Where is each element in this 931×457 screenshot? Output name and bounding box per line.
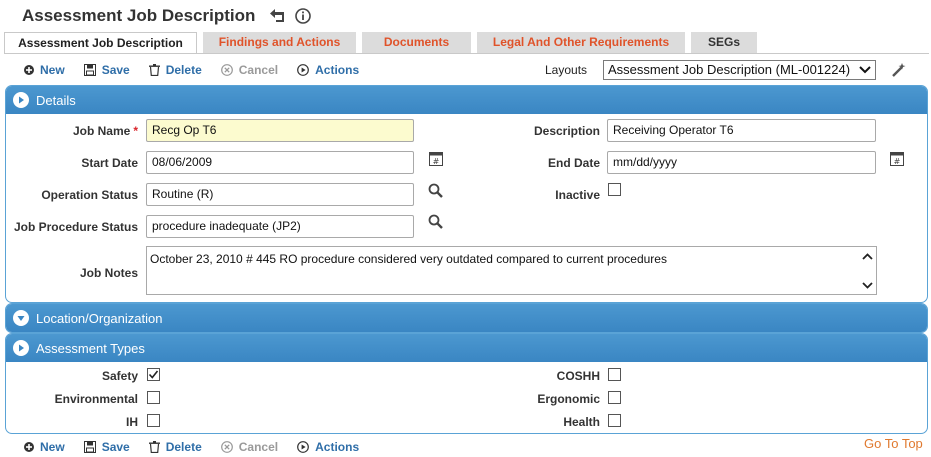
delete-button[interactable]: Delete [148, 63, 202, 77]
safety-checkbox[interactable] [147, 368, 160, 381]
environmental-label: Environmental [54, 392, 138, 406]
job-procedure-status-input[interactable]: procedure inadequate (JP2) [146, 215, 414, 238]
actions-button[interactable]: Actions [297, 440, 359, 454]
trash-icon [148, 441, 160, 453]
details-title: Details [36, 92, 76, 108]
job-name-input[interactable]: Recg Op T6 [146, 119, 414, 142]
tab-divider [4, 53, 929, 54]
plus-icon [24, 65, 34, 75]
save-label: Save [101, 63, 130, 77]
delete-button[interactable]: Delete [148, 440, 202, 454]
tab-documents[interactable]: Documents [362, 32, 471, 53]
info-icon[interactable] [295, 8, 312, 24]
calendar-icon[interactable]: # [890, 151, 904, 166]
go-to-top-link[interactable]: Go To Top [864, 436, 923, 451]
actions-label: Actions [315, 63, 360, 77]
ergonomic-checkbox[interactable] [608, 391, 621, 404]
ih-label: IH [126, 415, 138, 429]
page-title: Assessment Job Description [22, 6, 256, 25]
description-input[interactable]: Receiving Operator T6 [607, 119, 876, 142]
expand-right-icon [13, 340, 29, 356]
operation-status-input[interactable]: Routine (R) [146, 183, 414, 206]
svg-text:#: # [894, 157, 901, 166]
scroll-up-icon[interactable] [862, 249, 873, 263]
cancel-icon [220, 441, 233, 453]
layout-wand-icon[interactable] [890, 61, 908, 82]
tab-bar: Assessment Job Description Findings and … [4, 32, 763, 54]
assessment-types-title: Assessment Types [36, 340, 145, 356]
tab-findings-and-actions[interactable]: Findings and Actions [203, 32, 356, 53]
tab-legal-requirements[interactable]: Legal And Other Requirements [477, 32, 685, 53]
new-button[interactable]: New [24, 63, 65, 77]
layouts-selected-value: Assessment Job Description (ML-001224) [608, 62, 851, 77]
location-header[interactable]: Location/Organization [6, 304, 927, 332]
description-label: Description [533, 124, 600, 138]
new-label: New [40, 63, 65, 77]
new-label: New [40, 440, 65, 454]
start-date-label: Start Date [81, 156, 138, 170]
save-button[interactable]: Save [83, 440, 130, 454]
job-notes-label: Job Notes [79, 266, 138, 280]
scroll-down-icon[interactable] [862, 278, 873, 292]
job-name-label: Job Name * [72, 124, 138, 138]
expand-down-icon [13, 310, 29, 326]
search-icon[interactable] [428, 214, 443, 229]
tab-segs[interactable]: SEGs [691, 32, 757, 53]
save-label: Save [101, 440, 130, 454]
layouts-select[interactable]: Assessment Job Description (ML-001224) [603, 60, 876, 80]
ih-checkbox[interactable] [147, 414, 160, 427]
inactive-checkbox[interactable] [608, 183, 621, 196]
plus-icon [24, 442, 34, 452]
environmental-checkbox[interactable] [147, 391, 160, 404]
safety-label: Safety [101, 369, 138, 383]
required-marker: * [133, 124, 138, 138]
details-header[interactable]: Details [6, 86, 927, 114]
job-procedure-status-label: Job Procedure Status [13, 220, 138, 234]
assessment-types-header[interactable]: Assessment Types [6, 334, 927, 362]
ergonomic-label: Ergonomic [537, 392, 600, 406]
new-button[interactable]: New [24, 440, 65, 454]
actions-button[interactable]: Actions [297, 63, 359, 77]
start-date-input[interactable]: 08/06/2009 [146, 151, 414, 174]
chevron-down-icon [857, 62, 873, 78]
svg-text:#: # [433, 157, 440, 166]
coshh-checkbox[interactable] [608, 368, 621, 381]
cancel-label: Cancel [238, 63, 279, 77]
calendar-icon[interactable]: # [429, 151, 443, 166]
job-notes-textarea[interactable]: October 23, 2010 # 445 RO procedure cons… [146, 246, 877, 295]
operation-status-label: Operation Status [41, 188, 138, 202]
health-label: Health [563, 415, 600, 429]
undo-arrow-icon[interactable] [269, 9, 287, 23]
floppy-disk-icon [83, 441, 96, 453]
cancel-button[interactable]: Cancel [220, 63, 279, 77]
scrollbar[interactable] [859, 247, 876, 294]
cancel-icon [220, 64, 233, 76]
inactive-label: Inactive [555, 188, 600, 202]
play-circle-icon [297, 64, 310, 76]
tab-assessment-job-description[interactable]: Assessment Job Description [4, 32, 197, 54]
location-panel: Location/Organization [5, 303, 928, 333]
job-notes-text: October 23, 2010 # 445 RO procedure cons… [150, 252, 667, 266]
cancel-label: Cancel [238, 440, 279, 454]
layouts-label: Layouts [545, 63, 588, 77]
trash-icon [148, 64, 160, 76]
search-icon[interactable] [428, 183, 443, 198]
delete-label: Delete [165, 63, 202, 77]
coshh-label: COSHH [556, 369, 600, 383]
health-checkbox[interactable] [608, 414, 621, 427]
location-title: Location/Organization [36, 310, 163, 326]
delete-label: Delete [165, 440, 202, 454]
expand-right-icon [13, 92, 29, 108]
play-circle-icon [297, 441, 310, 453]
cancel-button[interactable]: Cancel [220, 440, 279, 454]
bottom-toolbar: New Save Delete Cancel Actions [24, 437, 378, 457]
save-button[interactable]: Save [83, 63, 130, 77]
floppy-disk-icon [83, 64, 96, 76]
end-date-label: End Date [547, 156, 600, 170]
end-date-input[interactable]: mm/dd/yyyy [607, 151, 876, 174]
assessment-types-panel: Assessment Types [5, 333, 928, 434]
page-header: Assessment Job Description [22, 5, 312, 27]
top-toolbar: New Save Delete Cancel Actions [24, 60, 378, 80]
actions-label: Actions [315, 440, 360, 454]
